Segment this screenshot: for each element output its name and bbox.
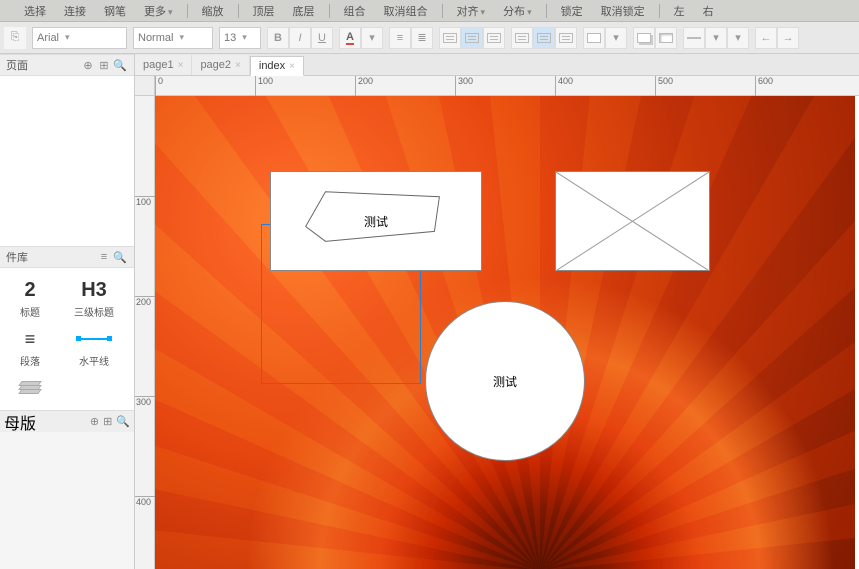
fill-color-button[interactable] bbox=[583, 27, 605, 49]
tool-left[interactable]: 左 bbox=[666, 3, 693, 19]
text-color-arrow[interactable]: ▾ bbox=[361, 27, 383, 49]
image-placeholder-icon bbox=[556, 172, 709, 271]
pages-panel-header: 页面 ⊕ ⊞ 🔍 bbox=[0, 54, 134, 76]
tab-index[interactable]: index× bbox=[250, 56, 304, 76]
h2-icon: 2 bbox=[0, 276, 60, 304]
lib-menu-icon[interactable]: ≡ bbox=[96, 249, 112, 265]
line-style-button[interactable]: ▾ bbox=[727, 27, 749, 49]
ruler-corner bbox=[135, 76, 155, 96]
tool-more[interactable]: 更多 bbox=[136, 3, 181, 19]
masters-panel-header: 母版 ⊕ ⊞ 🔍 bbox=[0, 410, 134, 432]
paragraph-icon: ≡ bbox=[0, 325, 60, 353]
lib-item-h3[interactable]: H3 三级标题 bbox=[64, 276, 124, 319]
tool-back[interactable]: 底层 bbox=[285, 3, 323, 19]
tool-zoom[interactable]: 缩放 bbox=[194, 3, 232, 19]
add-page-icon[interactable]: ⊕ bbox=[80, 57, 96, 73]
copy-icon[interactable]: ⎘ bbox=[4, 27, 26, 49]
tool-unlock[interactable]: 取消锁定 bbox=[593, 3, 653, 19]
stack-icon bbox=[0, 374, 60, 402]
add-master-icon[interactable]: ⊕ bbox=[90, 415, 99, 428]
canvas[interactable]: 测试 测试 bbox=[155, 96, 859, 569]
lib-item-stack[interactable] bbox=[0, 374, 60, 402]
line-width-button[interactable]: ▾ bbox=[705, 27, 727, 49]
tool-lock[interactable]: 锁定 bbox=[553, 3, 591, 19]
shape-image-placeholder[interactable] bbox=[555, 171, 710, 271]
bullets-button[interactable]: ≡ bbox=[389, 27, 411, 49]
close-icon[interactable]: × bbox=[289, 61, 295, 72]
underline-button[interactable]: U bbox=[311, 27, 333, 49]
tool-front[interactable]: 顶层 bbox=[245, 3, 283, 19]
close-icon[interactable]: × bbox=[235, 60, 241, 71]
text-color-button[interactable]: A bbox=[339, 27, 361, 49]
lib-item-paragraph[interactable]: ≡ 段落 bbox=[0, 325, 60, 368]
tool-distribute[interactable]: 分布 bbox=[495, 3, 540, 19]
arrow-end-button[interactable]: → bbox=[777, 27, 799, 49]
valign-top-button[interactable] bbox=[511, 27, 533, 49]
pages-title: 页面 bbox=[6, 57, 28, 73]
circle-label: 测试 bbox=[493, 373, 517, 390]
search-pages-icon[interactable]: 🔍 bbox=[112, 57, 128, 73]
valign-middle-button[interactable] bbox=[533, 27, 555, 49]
close-icon[interactable]: × bbox=[178, 60, 184, 71]
italic-button[interactable]: I bbox=[289, 27, 311, 49]
bold-button[interactable]: B bbox=[267, 27, 289, 49]
ruler-horizontal[interactable]: 0 100 200 300 400 500 600 bbox=[155, 76, 859, 96]
font-size-dropdown[interactable]: 13▾ bbox=[219, 27, 261, 49]
tool-group[interactable]: 组合 bbox=[336, 3, 374, 19]
main-toolbar: 选择 连接 钢笔 更多 缩放 顶层 底层 组合 取消组合 对齐 分布 锁定 取消… bbox=[0, 0, 859, 22]
line-color-button[interactable] bbox=[683, 27, 705, 49]
tool-ungroup[interactable]: 取消组合 bbox=[376, 3, 436, 19]
ruler-vertical[interactable]: 100 200 300 400 bbox=[135, 96, 155, 569]
library-title: 件库 bbox=[6, 249, 28, 265]
hr-icon bbox=[64, 325, 124, 353]
lib-item-h2[interactable]: 2 标题 bbox=[0, 276, 60, 319]
align-left-button[interactable] bbox=[439, 27, 461, 49]
valign-bottom-button[interactable] bbox=[555, 27, 577, 49]
tool-align[interactable]: 对齐 bbox=[449, 3, 494, 19]
shape-rectangle[interactable]: 测试 bbox=[270, 171, 482, 271]
rect-label: 测试 bbox=[364, 213, 388, 230]
numbering-button[interactable]: ≣ bbox=[411, 27, 433, 49]
align-right-button[interactable] bbox=[483, 27, 505, 49]
tab-page1[interactable]: page1× bbox=[135, 55, 192, 75]
canvas-wrap: 0 100 200 300 400 500 600 100 200 300 40… bbox=[135, 76, 859, 569]
tool-select[interactable]: 选择 bbox=[16, 3, 54, 19]
font-weight-dropdown[interactable]: Normal▾ bbox=[133, 27, 213, 49]
page-tabs: page1× page2× index× bbox=[135, 54, 859, 76]
tool-pen[interactable]: 钢笔 bbox=[96, 3, 134, 19]
tab-page2[interactable]: page2× bbox=[192, 55, 249, 75]
shape-circle[interactable]: 测试 bbox=[425, 301, 585, 461]
add-folder-icon[interactable]: ⊞ bbox=[96, 57, 112, 73]
outer-shadow-button[interactable] bbox=[633, 27, 655, 49]
lib-search-icon[interactable]: 🔍 bbox=[112, 249, 128, 265]
h3-icon: H3 bbox=[64, 276, 124, 304]
inner-shadow-button[interactable] bbox=[655, 27, 677, 49]
sidebar: 页面 ⊕ ⊞ 🔍 件库 ≡ 🔍 2 标题 H3 三级标题 ≡ 段落 bbox=[0, 54, 135, 569]
font-family-dropdown[interactable]: Arial▾ bbox=[32, 27, 127, 49]
tool-right[interactable]: 右 bbox=[695, 3, 722, 19]
add-master-folder-icon[interactable]: ⊞ bbox=[103, 415, 112, 428]
content-area: page1× page2× index× 0 100 200 300 400 5… bbox=[135, 54, 859, 569]
format-toolbar: ⎘ Arial▾ Normal▾ 13▾ B I U A ▾ ≡ ≣ ▾ ▾ ▾… bbox=[0, 22, 859, 54]
library-panel-header: 件库 ≡ 🔍 bbox=[0, 246, 134, 268]
masters-title: 母版 bbox=[4, 410, 86, 434]
tool-connect[interactable]: 连接 bbox=[56, 3, 94, 19]
search-masters-icon[interactable]: 🔍 bbox=[116, 415, 130, 428]
fill-color-arrow[interactable]: ▾ bbox=[605, 27, 627, 49]
arrow-start-button[interactable]: ← bbox=[755, 27, 777, 49]
lib-item-hr[interactable]: 水平线 bbox=[64, 325, 124, 368]
library-body: 2 标题 H3 三级标题 ≡ 段落 水平线 bbox=[0, 268, 134, 410]
align-center-button[interactable] bbox=[461, 27, 483, 49]
